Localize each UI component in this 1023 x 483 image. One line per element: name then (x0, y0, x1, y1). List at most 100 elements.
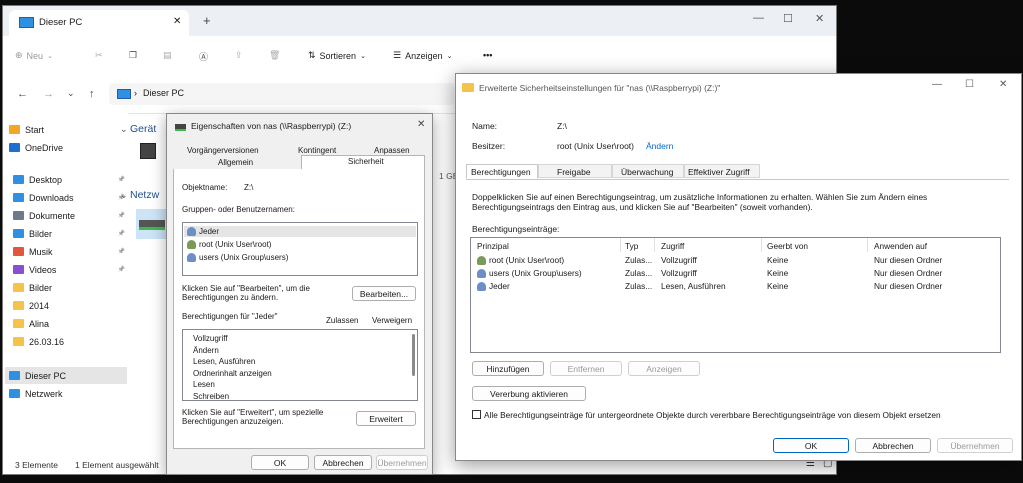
advanced-button[interactable]: Erweitert (356, 411, 416, 426)
folder-icon (9, 389, 20, 398)
windows-drive-icon[interactable] (140, 143, 156, 159)
sidebar-item[interactable]: Downloads 📌 (13, 189, 125, 206)
pin-icon[interactable]: 📌 (118, 176, 125, 183)
scrollbar[interactable] (412, 334, 415, 376)
sort-button[interactable]: ⇅ Sortieren ⌄ (308, 50, 366, 61)
object-name-value: Z:\ (244, 183, 254, 192)
close-icon[interactable]: ✕ (815, 12, 824, 25)
replace-child-permissions-label[interactable]: Alle Berechtigungseinträge für untergeor… (484, 410, 941, 420)
tab-security[interactable]: Sicherheit (301, 155, 425, 169)
tab-quota[interactable]: Kontingent (298, 146, 336, 155)
apply-button[interactable]: Übernehmen (376, 455, 428, 470)
minimize-icon[interactable]: — (753, 12, 764, 24)
network-drive-item[interactable] (136, 209, 168, 239)
sidebar-item[interactable]: Bilder (13, 279, 125, 296)
view-button[interactable]: Anzeigen (628, 361, 700, 376)
permissions-list[interactable]: Vollzugriff Ändern Lesen, Ausführen Ordneri… (182, 329, 418, 401)
forward-arrow-icon[interactable]: → (43, 88, 54, 100)
pin-icon[interactable]: 📌 (118, 266, 125, 273)
column-divider[interactable] (867, 238, 868, 252)
pin-icon[interactable]: 📌 (118, 248, 125, 255)
column-divider[interactable] (620, 238, 621, 252)
share-icon[interactable]: ⇪ (235, 50, 243, 61)
tab-general[interactable]: Allgemein (218, 158, 253, 167)
tab-share[interactable]: Freigabe (538, 164, 612, 178)
table-row[interactable]: Jeder Zulas... Lesen, Ausführen Keine Nur di… (471, 280, 1000, 293)
replace-child-permissions-checkbox[interactable] (472, 410, 481, 419)
sidebar-item[interactable]: Musik 📌 (13, 243, 125, 260)
new-button[interactable]: ⊕ Neu ⌄ (15, 50, 53, 61)
group-item-users[interactable]: users (Unix Group\users) (184, 252, 416, 263)
pin-icon[interactable]: 📌 (118, 212, 125, 219)
view-button[interactable]: ☰ Anzeigen ⌄ (393, 50, 452, 61)
sidebar-item[interactable]: Bilder 📌 (13, 225, 125, 242)
recent-chevron-icon[interactable]: ⌄ (67, 88, 75, 99)
group-header-network[interactable]: Netzw (130, 189, 159, 201)
address-box[interactable]: › Dieser PC (109, 83, 454, 105)
copy-icon[interactable]: ❐ (129, 50, 137, 61)
tab-close-icon[interactable]: ✕ (173, 16, 181, 27)
sidebar-item[interactable]: 2014 (13, 297, 125, 314)
remove-button[interactable]: Entfernen (550, 361, 622, 376)
table-row[interactable]: root (Unix User\root) Zulas... Vollzugriff… (471, 254, 1000, 267)
permission-entries-table[interactable]: Prinzipal Typ Zugriff Geerbt von Anwende… (470, 237, 1001, 353)
group-item-root[interactable]: root (Unix User\root) (184, 239, 416, 250)
tab-auditing[interactable]: Überwachung (612, 164, 684, 178)
cut-icon[interactable]: ✂ (95, 50, 103, 61)
column-header-access[interactable]: Zugriff (661, 241, 684, 251)
sidebar-item[interactable]: Alina (13, 315, 125, 332)
new-tab-button[interactable]: + (203, 13, 211, 28)
close-icon[interactable]: ✕ (417, 119, 425, 130)
cancel-button[interactable]: Abbrechen (855, 438, 931, 453)
sidebar-item[interactable]: OneDrive (9, 139, 121, 156)
enable-inheritance-button[interactable]: Vererbung aktivieren (472, 386, 586, 401)
add-button[interactable]: Hinzufügen (472, 361, 544, 376)
breadcrumb-dieser-pc[interactable]: Dieser PC (143, 88, 184, 98)
column-header-applies-to[interactable]: Anwenden auf (874, 241, 927, 251)
maximize-icon[interactable]: ☐ (783, 12, 793, 25)
pin-icon[interactable]: 📌 (118, 230, 125, 237)
paste-icon[interactable]: ▤ (163, 50, 172, 61)
tab-permissions[interactable]: Berechtigungen (466, 164, 538, 179)
apply-button[interactable]: Übernehmen (937, 438, 1013, 453)
column-header-type[interactable]: Typ (625, 241, 638, 251)
groups-list[interactable]: Jeder root (Unix User\root) users (Unix … (182, 222, 418, 276)
sidebar-item[interactable]: Dokumente 📌 (13, 207, 125, 224)
up-arrow-icon[interactable]: ↑ (89, 88, 95, 100)
table-row[interactable]: users (Unix Group\users) Zulas... Vollzugr… (471, 267, 1000, 280)
change-owner-link[interactable]: Ändern (646, 141, 673, 151)
tab-customize[interactable]: Anpassen (374, 146, 410, 155)
collapse-chevron-icon[interactable]: ⌄ (120, 190, 128, 201)
sidebar-item[interactable]: Videos 📌 (13, 261, 125, 278)
column-header-principal[interactable]: Prinzipal (477, 241, 509, 251)
folder-icon (13, 319, 24, 328)
folder-icon (13, 301, 24, 310)
more-options-button[interactable]: ••• (483, 50, 492, 60)
ok-button[interactable]: OK (773, 438, 849, 453)
collapse-chevron-icon[interactable]: ⌄ (120, 124, 128, 135)
ok-button[interactable]: OK (251, 455, 309, 470)
column-divider[interactable] (761, 238, 762, 252)
edit-button[interactable]: Bearbeiten... (352, 286, 416, 301)
sidebar-item[interactable]: Start (9, 121, 121, 138)
sidebar-item[interactable]: Dieser PC (5, 367, 127, 384)
column-divider[interactable] (654, 238, 655, 252)
delete-icon[interactable]: 🗑 (269, 50, 280, 61)
maximize-icon[interactable]: ☐ (965, 79, 974, 90)
minimize-icon[interactable]: — (932, 79, 942, 90)
tab-effective-access[interactable]: Effektiver Zugriff (684, 164, 760, 178)
close-icon[interactable]: ✕ (999, 79, 1007, 90)
column-header-inherited[interactable]: Geerbt von (767, 241, 808, 251)
sort-icon: ⇅ (308, 50, 316, 60)
tab-previous-versions[interactable]: Vorgängerversionen (187, 146, 259, 155)
group-item-jeder[interactable]: Jeder (184, 226, 416, 237)
back-arrow-icon[interactable]: ← (17, 88, 28, 100)
command-toolbar: ⊕ Neu ⌄ ✂ ❐ ▤ Ⓐ ⇪ 🗑 ⇅ Sortieren ⌄ ☰ Anze… (3, 36, 836, 77)
sidebar-item[interactable]: Netzwerk (9, 385, 121, 402)
cancel-button[interactable]: Abbrechen (314, 455, 372, 470)
rename-icon[interactable]: Ⓐ (199, 50, 208, 63)
group-header-devices[interactable]: Gerät (130, 123, 156, 135)
tab-dieser-pc[interactable]: Dieser PC ✕ (9, 10, 189, 36)
sidebar-item[interactable]: Desktop 📌 (13, 171, 125, 188)
sidebar-item[interactable]: 26.03.16 (13, 333, 125, 350)
